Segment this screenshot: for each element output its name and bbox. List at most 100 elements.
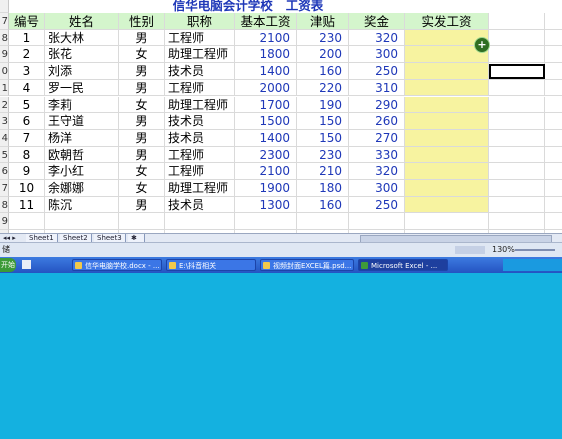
- row-header[interactable]: 7: [0, 13, 9, 30]
- cell[interactable]: [165, 213, 235, 231]
- active-cell-selection[interactable]: [489, 64, 545, 79]
- table-cell[interactable]: 2100: [235, 29, 297, 47]
- cell[interactable]: [489, 113, 545, 130]
- column-header[interactable]: 编号: [9, 13, 45, 30]
- taskbar-item-folder[interactable]: E:\抖音相关: [166, 259, 256, 271]
- cell[interactable]: [489, 163, 545, 180]
- table-cell[interactable]: 1400: [235, 129, 297, 147]
- table-cell[interactable]: 2: [9, 46, 45, 64]
- tab-sheet1[interactable]: Sheet1: [26, 234, 58, 242]
- table-cell[interactable]: 320: [349, 163, 405, 180]
- cell[interactable]: [405, 213, 489, 231]
- table-cell[interactable]: 230: [297, 29, 349, 47]
- table-cell[interactable]: 技术员: [165, 196, 235, 214]
- cell[interactable]: [489, 196, 545, 214]
- start-button[interactable]: 开始: [0, 258, 16, 272]
- column-header[interactable]: 性别: [119, 13, 165, 30]
- row-header[interactable]: 9: [0, 213, 9, 231]
- table-cell[interactable]: 250: [349, 196, 405, 214]
- column-header[interactable]: 基本工资: [235, 13, 297, 30]
- quicklaunch-icon[interactable]: [22, 260, 31, 269]
- taskbar-item-doc[interactable]: 信华电脑学校.docx - ...: [72, 259, 162, 271]
- table-cell[interactable]: 180: [297, 180, 349, 197]
- table-cell[interactable]: 1900: [235, 180, 297, 197]
- table-cell[interactable]: 刘添: [45, 63, 119, 80]
- table-cell[interactable]: 女: [119, 163, 165, 180]
- row-header[interactable]: 9: [0, 46, 9, 64]
- table-cell[interactable]: 男: [119, 63, 165, 80]
- spreadsheet-grid[interactable]: 信华电脑会计学校 工资表 7890123456789012 编号姓名性别职称基本…: [0, 0, 562, 233]
- cell[interactable]: [405, 180, 489, 197]
- table-cell[interactable]: 女: [119, 96, 165, 114]
- table-cell[interactable]: 男: [119, 146, 165, 164]
- table-cell[interactable]: 余娜娜: [45, 180, 119, 197]
- table-cell[interactable]: 1300: [235, 196, 297, 214]
- taskbar-item-excel[interactable]: Microsoft Excel - ...: [358, 259, 448, 271]
- new-sheet-icon[interactable]: ✱: [128, 234, 145, 242]
- cell[interactable]: [545, 130, 562, 147]
- row-header[interactable]: 8: [0, 196, 9, 214]
- table-cell[interactable]: 250: [349, 63, 405, 80]
- cell[interactable]: [545, 13, 562, 30]
- cell[interactable]: [545, 63, 562, 80]
- tab-sheet3[interactable]: Sheet3: [94, 234, 126, 242]
- cell[interactable]: [489, 79, 545, 97]
- cell[interactable]: [405, 196, 489, 214]
- table-cell[interactable]: 李莉: [45, 96, 119, 114]
- cell[interactable]: [405, 113, 489, 130]
- table-cell[interactable]: 6: [9, 113, 45, 130]
- cell[interactable]: [489, 13, 545, 30]
- table-cell[interactable]: 160: [297, 63, 349, 80]
- column-header[interactable]: 奖金: [349, 13, 405, 30]
- table-cell[interactable]: 1400: [235, 63, 297, 80]
- table-cell[interactable]: 男: [119, 196, 165, 214]
- cell[interactable]: [405, 96, 489, 114]
- cell[interactable]: [405, 146, 489, 164]
- table-cell[interactable]: 助理工程师: [165, 180, 235, 197]
- column-header[interactable]: 职称: [165, 13, 235, 30]
- table-cell[interactable]: 杨洋: [45, 129, 119, 147]
- row-header[interactable]: 3: [0, 113, 9, 130]
- table-cell[interactable]: 230: [297, 146, 349, 164]
- table-cell[interactable]: 工程师: [165, 79, 235, 97]
- system-tray[interactable]: [503, 259, 562, 271]
- cell[interactable]: [545, 80, 562, 97]
- table-cell[interactable]: 王守道: [45, 113, 119, 130]
- table-cell[interactable]: 1800: [235, 46, 297, 64]
- row-header[interactable]: 1: [0, 79, 9, 97]
- table-cell[interactable]: 9: [9, 163, 45, 180]
- table-cell[interactable]: 310: [349, 79, 405, 97]
- table-cell[interactable]: 260: [349, 113, 405, 130]
- tab-sheet2[interactable]: Sheet2: [60, 234, 92, 242]
- cell[interactable]: [545, 46, 562, 64]
- cell[interactable]: [405, 163, 489, 180]
- table-cell[interactable]: 2000: [235, 79, 297, 97]
- row-header[interactable]: 5: [0, 146, 9, 164]
- cell[interactable]: [405, 63, 489, 80]
- table-cell[interactable]: 3: [9, 63, 45, 80]
- cell[interactable]: [235, 213, 297, 231]
- cell[interactable]: [489, 46, 545, 64]
- table-cell[interactable]: 男: [119, 129, 165, 147]
- table-cell[interactable]: 290: [349, 96, 405, 114]
- table-cell[interactable]: 200: [297, 46, 349, 64]
- table-cell[interactable]: 工程师: [165, 29, 235, 47]
- table-cell[interactable]: 300: [349, 46, 405, 64]
- cell[interactable]: [489, 129, 545, 147]
- cell[interactable]: [489, 146, 545, 164]
- cell[interactable]: [45, 213, 119, 231]
- table-cell[interactable]: 技术员: [165, 63, 235, 80]
- table-cell[interactable]: 女: [119, 46, 165, 64]
- table-cell[interactable]: 工程师: [165, 163, 235, 180]
- cell[interactable]: [545, 197, 562, 214]
- table-cell[interactable]: 220: [297, 79, 349, 97]
- cell[interactable]: [489, 213, 545, 231]
- table-cell[interactable]: 男: [119, 29, 165, 47]
- table-cell[interactable]: 张大林: [45, 29, 119, 47]
- cell[interactable]: [545, 97, 562, 114]
- table-cell[interactable]: 11: [9, 196, 45, 214]
- table-cell[interactable]: 1500: [235, 113, 297, 130]
- table-cell[interactable]: 210: [297, 163, 349, 180]
- table-cell[interactable]: 李小红: [45, 163, 119, 180]
- table-cell[interactable]: 女: [119, 180, 165, 197]
